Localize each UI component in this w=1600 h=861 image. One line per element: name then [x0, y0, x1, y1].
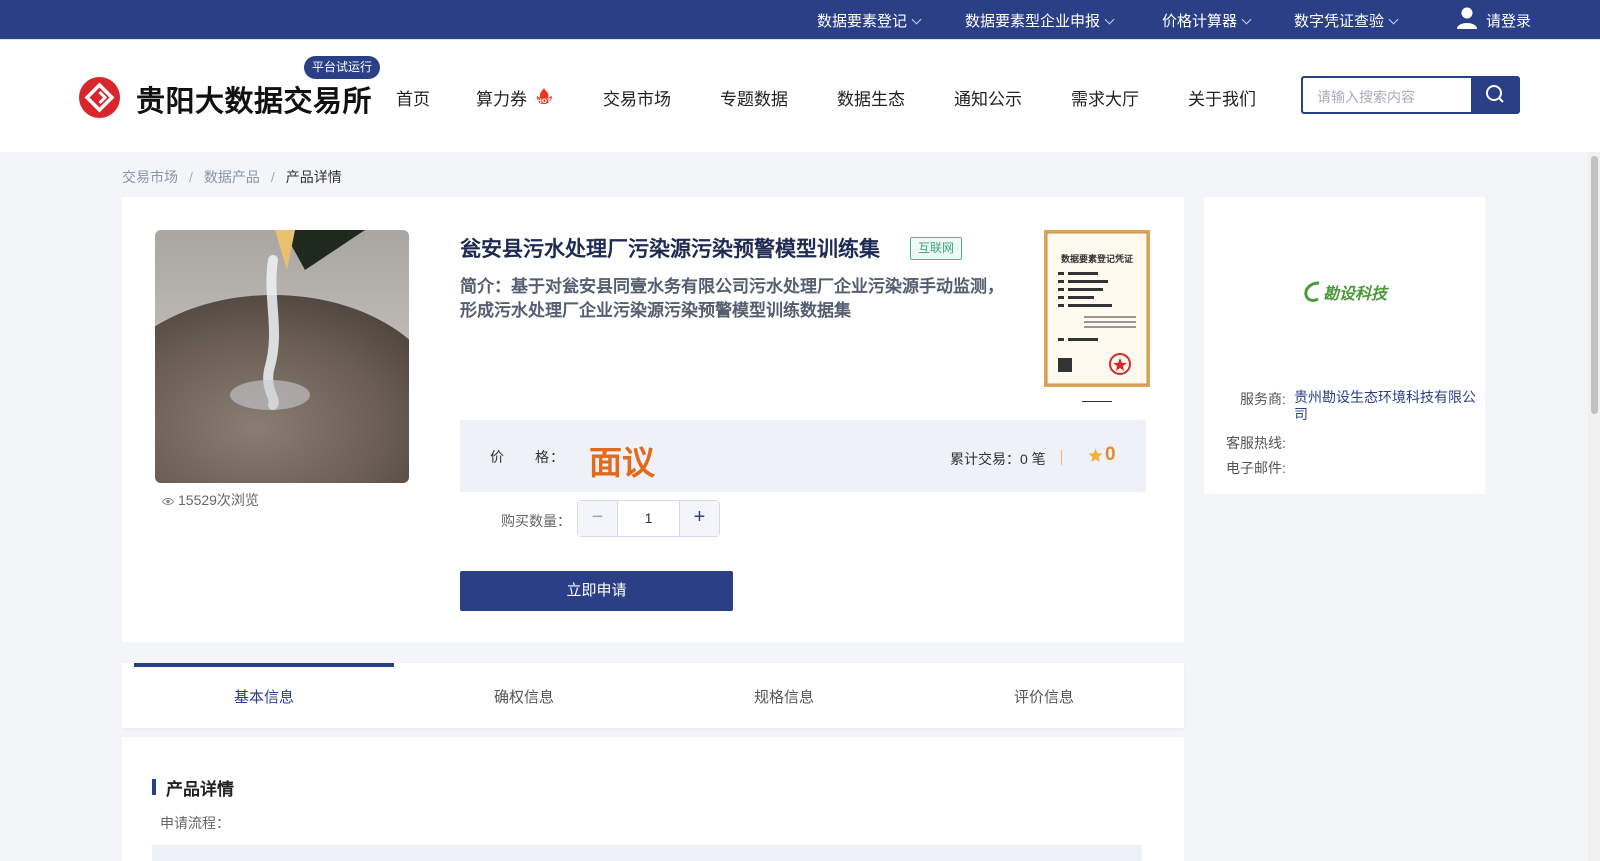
breadcrumb-trading-market[interactable]: 交易市场 [122, 169, 178, 185]
breadcrumb-separator: / [270, 169, 275, 185]
scrollbar-thumb[interactable] [1591, 156, 1598, 414]
section-marker [152, 779, 156, 795]
nav-demand-hall[interactable]: 需求大厅 [1071, 85, 1139, 110]
price-label: 价 格： [490, 449, 565, 465]
hot-flame-icon: HOT [536, 88, 552, 105]
menu-label: 价格计算器 [1162, 13, 1238, 30]
tab-review-info[interactable]: 评价信息 [914, 663, 1174, 728]
provider-logo[interactable]: 勘设科技 [1270, 237, 1420, 347]
tab-spec-info[interactable]: 规格信息 [654, 663, 914, 728]
menu-label: 数据要素登记 [817, 13, 908, 30]
breadcrumb-data-products[interactable]: 数据产品 [204, 169, 260, 185]
nav-notices[interactable]: 通知公示 [954, 85, 1022, 110]
menu-price-calculator[interactable]: 价格计算器 [1162, 10, 1252, 31]
hot-badge-text: HOT [537, 98, 552, 105]
menu-label: 数据要素型企业申报 [965, 13, 1101, 30]
tab-basic-info[interactable]: 基本信息 [134, 663, 394, 728]
price-value: 面议 [589, 444, 655, 481]
trial-badge: 平台试运行 [304, 56, 381, 79]
nav-trading-market[interactable]: 交易市场 [603, 85, 671, 110]
info-tabs: 基本信息 确权信息 规格信息 评价信息 [122, 663, 1184, 728]
user-icon[interactable] [1456, 6, 1478, 30]
service-provider-label: 服务商: [1240, 391, 1286, 407]
site-name[interactable]: 贵阳大数据交易所 [136, 78, 372, 120]
provider-panel: 勘设科技 服务商: 贵州勘设生态环境科技有限公司 客服热线: 电子邮件: [1204, 197, 1485, 494]
quantity-stepper: − 1 + [577, 500, 720, 537]
menu-data-registration[interactable]: 数据要素登记 [817, 10, 922, 31]
email-label: 电子邮件: [1226, 460, 1286, 476]
search-icon [1486, 85, 1504, 103]
chevron-down-icon [1388, 14, 1399, 25]
menu-label: 数字凭证查验 [1294, 13, 1385, 30]
chevron-down-icon [911, 14, 922, 25]
nav-topic-data[interactable]: 专题数据 [720, 85, 788, 110]
section-title: 产品详情 [166, 780, 234, 799]
decrease-button[interactable]: − [578, 501, 618, 536]
trade-count: 累计交易：0 笔 [950, 451, 1046, 467]
search-input[interactable]: 请输入搜索内容 [1301, 76, 1471, 114]
product-panel: 15529次浏览 瓮安县污水处理厂污染源污染预警模型训练集 互联网 简介：基于对… [122, 197, 1184, 642]
star-icon [1088, 448, 1103, 462]
flow-label: 申请流程： [160, 815, 230, 831]
view-count: 15529次浏览 [162, 490, 259, 510]
eye-icon [162, 497, 174, 505]
breadcrumb: 交易市场 / 数据产品 / 产品详情 [122, 167, 342, 187]
divider [1061, 450, 1062, 465]
nav-about-us[interactable]: 关于我们 [1188, 85, 1256, 110]
tab-rights-info[interactable]: 确权信息 [394, 663, 654, 728]
flow-box [152, 845, 1142, 861]
quantity-input[interactable]: 1 [618, 501, 679, 536]
menu-enterprise-declaration[interactable]: 数据要素型企业申报 [965, 10, 1115, 31]
product-title: 瓮安县污水处理厂污染源污染预警模型训练集 [460, 238, 880, 261]
breadcrumb-separator: / [189, 169, 193, 185]
rating-value: 0 [1105, 444, 1116, 465]
nav-compute-voucher[interactable]: 算力券 [476, 85, 527, 110]
view-count-text: 15529次浏览 [178, 492, 259, 508]
increase-button[interactable]: + [679, 501, 719, 536]
chevron-down-icon [1104, 14, 1115, 25]
hotline-label: 客服热线: [1226, 435, 1286, 451]
search-button[interactable] [1471, 76, 1520, 114]
category-tag: 互联网 [910, 237, 963, 260]
product-details: 产品详情 申请流程： [122, 737, 1184, 861]
provider-logo-text: 勘设科技 [1322, 286, 1387, 303]
nav-data-ecosystem[interactable]: 数据生态 [837, 85, 905, 110]
breadcrumb-current: 产品详情 [285, 169, 342, 185]
exchange-logo-icon[interactable] [79, 77, 120, 118]
certificate-title: 数据要素登记凭证 [1061, 253, 1133, 265]
certificate-indicator [1082, 401, 1112, 402]
nav-home[interactable]: 首页 [396, 85, 430, 110]
product-image [155, 230, 409, 483]
top-bar: 数据要素登记 数据要素型企业申报 价格计算器 数字凭证查验 请登录 [0, 0, 1600, 39]
apply-button[interactable]: 立即申请 [460, 571, 733, 611]
menu-certificate-check[interactable]: 数字凭证查验 [1294, 10, 1399, 31]
quantity-label: 购买数量： [501, 513, 571, 529]
provider-logo-icon [1304, 281, 1320, 302]
product-description: 简介：基于对瓮安县同壹水务有限公司污水处理厂企业污染源手动监测，形成污水处理厂企… [460, 277, 1004, 320]
price-box: 价 格： 面议 累计交易：0 笔 0 [460, 420, 1146, 492]
service-provider-link[interactable]: 贵州勘设生态环境科技有限公司 [1294, 389, 1484, 423]
certificate-thumbnail[interactable]: 数据要素登记凭证 [1044, 230, 1150, 387]
login-link[interactable]: 请登录 [1486, 10, 1531, 31]
chevron-down-icon [1241, 14, 1252, 25]
main-header: 贵阳大数据交易所 平台试运行 首页 算力券 HOT 交易市场 专题数据 数据生态… [0, 39, 1600, 152]
